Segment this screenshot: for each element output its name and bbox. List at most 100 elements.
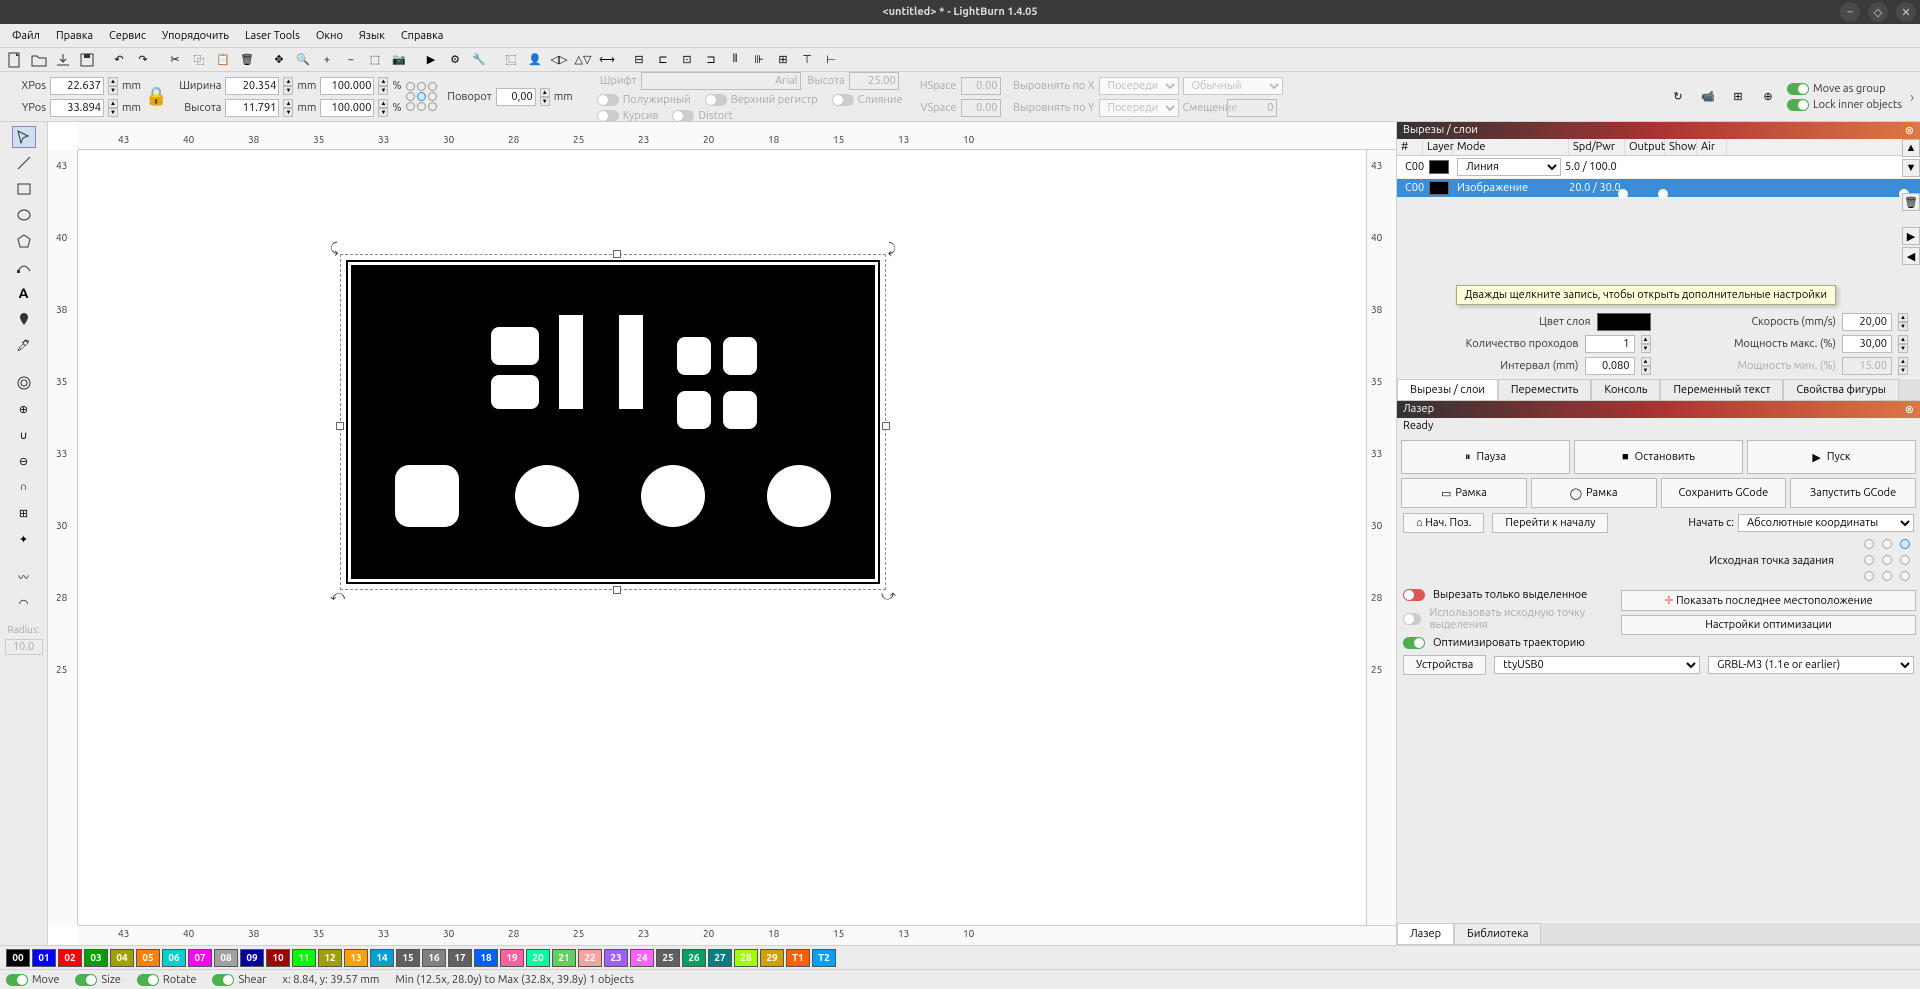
flip-h-icon[interactable]: ◁▷ — [548, 50, 570, 70]
layer-color-swatch[interactable] — [1597, 313, 1651, 331]
distribute-v-icon[interactable]: ⊪ — [748, 50, 770, 70]
run-gcode-button[interactable]: Запустить GCode — [1790, 478, 1916, 508]
startfrom-select[interactable]: Абсолютные координаты — [1738, 514, 1914, 532]
minimize-button[interactable]: – — [1840, 2, 1860, 22]
smooth-tool-icon[interactable]: ◠ — [12, 592, 36, 614]
menu-edit[interactable]: Правка — [48, 28, 101, 44]
xpos-input[interactable] — [50, 77, 104, 95]
align-center-icon[interactable]: ⊡ — [676, 50, 698, 70]
color-swatch-05[interactable]: 05 — [136, 949, 160, 967]
color-swatch-12[interactable]: 12 — [318, 949, 342, 967]
tab-laser[interactable]: Лазер — [1397, 923, 1454, 944]
boolean-intersect-icon[interactable]: ∩ — [12, 476, 36, 498]
pwrmax-input[interactable] — [1842, 335, 1892, 353]
cut-icon[interactable]: ✂ — [164, 50, 186, 70]
lock-aspect-icon[interactable]: 🔒 — [145, 86, 167, 107]
cutsel-toggle[interactable] — [1403, 589, 1425, 601]
preview-icon[interactable]: ▶ — [420, 50, 442, 70]
settings-icon[interactable]: ⚙ — [444, 50, 466, 70]
job-origin-grid[interactable] — [1864, 539, 1914, 583]
rectangle-tool-icon[interactable] — [12, 178, 36, 200]
sb-rotate-toggle[interactable] — [137, 974, 159, 986]
passes-input[interactable] — [1585, 335, 1635, 353]
new-file-icon[interactable] — [4, 50, 26, 70]
undo-icon[interactable]: ↶ — [108, 50, 130, 70]
color-swatch-20[interactable]: 20 — [526, 949, 550, 967]
lockinner-toggle[interactable] — [1787, 99, 1809, 111]
layer-left-icon[interactable]: ◀ — [1902, 247, 1920, 265]
sb-size-toggle[interactable] — [75, 974, 97, 986]
cuts-row-0[interactable]: C00 Линия 5.0 / 100.0 — [1397, 156, 1920, 179]
color-swatch-02[interactable]: 02 — [58, 949, 82, 967]
tab-vartext[interactable]: Переменный текст — [1660, 379, 1783, 400]
stop-button[interactable]: ■Остановить — [1574, 440, 1743, 474]
color-swatch-29[interactable]: 29 — [760, 949, 784, 967]
tab-library[interactable]: Библиотека — [1454, 923, 1541, 944]
color-swatch-09[interactable]: 09 — [240, 949, 264, 967]
color-swatch-18[interactable]: 18 — [474, 949, 498, 967]
menu-help[interactable]: Справка — [393, 28, 452, 44]
color-swatch-14[interactable]: 14 — [370, 949, 394, 967]
profile-select[interactable]: GRBL-M3 (1.1e or earlier) — [1708, 656, 1914, 674]
frame-circle-button[interactable]: ◯Рамка — [1531, 478, 1657, 508]
rotate-input[interactable] — [496, 88, 536, 106]
save-icon[interactable] — [76, 50, 98, 70]
color-swatch-21[interactable]: 21 — [552, 949, 576, 967]
select-tool-icon[interactable] — [12, 126, 36, 148]
align-tools-icon[interactable]: ⊞ — [1727, 87, 1749, 107]
layer-right-icon[interactable]: ▶ — [1902, 227, 1920, 245]
port-select[interactable]: ttyUSB0 — [1494, 656, 1700, 674]
mirror-icon[interactable]: ⟷ — [596, 50, 618, 70]
pause-button[interactable]: ⏸Пауза — [1401, 440, 1570, 474]
devices-button[interactable]: Устройства — [1403, 655, 1486, 675]
position-tool-icon[interactable] — [12, 308, 36, 330]
measure-icon[interactable]: ⊢ — [820, 50, 842, 70]
color-swatch-10[interactable]: 10 — [266, 949, 290, 967]
grid-array-icon[interactable]: ⊞ — [12, 502, 36, 524]
boolean-icon[interactable]: ⊕ — [1757, 87, 1779, 107]
distribute-h-icon[interactable]: ⫴ — [724, 50, 746, 70]
color-swatch-11[interactable]: 11 — [292, 949, 316, 967]
array-icon[interactable]: ⊞ — [772, 50, 794, 70]
color-swatch-06[interactable]: 06 — [162, 949, 186, 967]
optsettings-button[interactable]: Настройки оптимизации — [1621, 615, 1916, 635]
tab-move[interactable]: Переместить — [1498, 379, 1591, 400]
measure-tool-icon[interactable]: 🖊 — [12, 334, 36, 356]
ypos-input[interactable] — [50, 99, 104, 117]
color-swatch-T2[interactable]: T2 — [812, 949, 836, 967]
home-button[interactable]: ⌂ Нач. Поз. — [1403, 513, 1484, 533]
pan-icon[interactable]: ✥ — [268, 50, 290, 70]
weld-tool-icon[interactable]: ⊕ — [12, 398, 36, 420]
color-swatch-03[interactable]: 03 — [84, 949, 108, 967]
delete-icon[interactable]: 🗑 — [236, 50, 258, 70]
mode-select-0[interactable]: Линия — [1457, 158, 1561, 176]
color-swatch-13[interactable]: 13 — [344, 949, 368, 967]
menu-tools[interactable]: Сервис — [101, 28, 154, 44]
color-swatch-01[interactable]: 01 — [32, 949, 56, 967]
tab-shapeprops[interactable]: Свойства фигуры — [1783, 379, 1899, 400]
showlast-button[interactable]: ✛ Показать последнее местоположение — [1621, 590, 1916, 611]
zoom-icon[interactable]: 🔍 — [292, 50, 314, 70]
color-swatch-08[interactable]: 08 — [214, 949, 238, 967]
anchor-grid[interactable] — [406, 82, 438, 111]
opt-toggle[interactable] — [1403, 637, 1425, 649]
selected-object[interactable]: ⤹ ⤸ ⤺ ⤻ — [348, 262, 878, 582]
layer-up-icon[interactable]: ▲ — [1902, 139, 1920, 157]
zoom-in-icon[interactable]: + — [316, 50, 338, 70]
copy-icon[interactable]: ⿻ — [188, 50, 210, 70]
tab-console[interactable]: Консоль — [1591, 379, 1660, 400]
cuts-row-1[interactable]: C00 Изображение 20.0 / 30.0 — [1397, 179, 1920, 198]
interval-input[interactable] — [1585, 357, 1635, 375]
paste-icon[interactable]: 📋 — [212, 50, 234, 70]
zoom-frame-icon[interactable]: ⬚ — [364, 50, 386, 70]
menu-language[interactable]: Язык — [351, 28, 393, 44]
sb-move-toggle[interactable] — [6, 974, 28, 986]
draw-line-tool-icon[interactable] — [12, 152, 36, 174]
color-swatch-16[interactable]: 16 — [422, 949, 446, 967]
start-button[interactable]: ▶Пуск — [1747, 440, 1916, 474]
laser-panel-close-icon[interactable]: ⊗ — [1905, 403, 1914, 416]
color-swatch-19[interactable]: 19 — [500, 949, 524, 967]
height-pct-input[interactable] — [320, 99, 374, 117]
align-icon[interactable]: ⊟ — [628, 50, 650, 70]
sb-shear-toggle[interactable] — [212, 974, 234, 986]
